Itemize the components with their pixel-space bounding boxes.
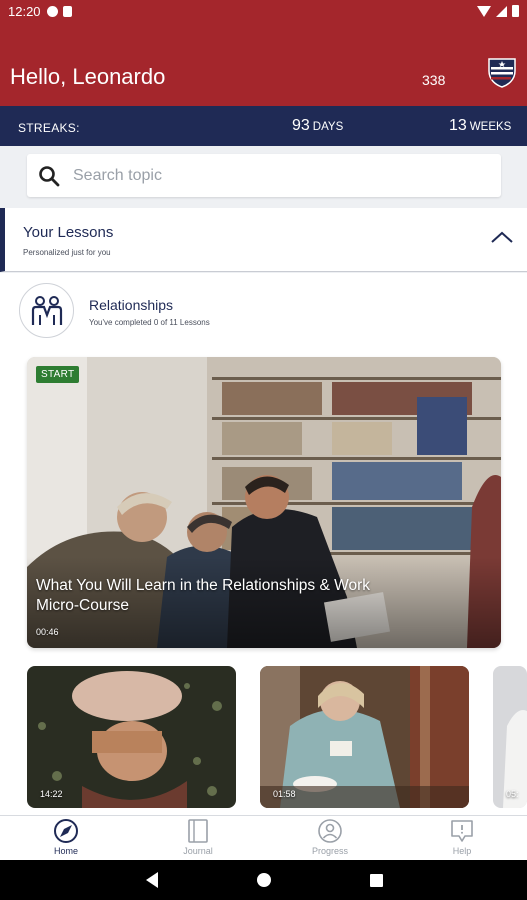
video-duration: 05: [506, 789, 519, 799]
featured-lesson-duration: 00:46 [36, 627, 59, 637]
video-duration: 01:58 [273, 789, 296, 799]
course-progress: You've completed 0 of 11 Lessons [89, 318, 210, 327]
home-circle-icon[interactable] [257, 873, 271, 887]
points-count: 338 [422, 72, 446, 88]
video-card[interactable]: 05: [493, 666, 527, 808]
wifi-icon [477, 5, 491, 17]
nav-progress[interactable]: Progress [280, 816, 380, 861]
compass-icon [54, 819, 78, 843]
lessons-subtitle: Personalized just for you [23, 248, 111, 257]
streaks-label: STREAKS: [18, 121, 80, 135]
nav-progress-label: Progress [311, 846, 348, 856]
video-card[interactable]: 14:22 [27, 666, 236, 808]
system-nav-bar [0, 860, 527, 900]
search-icon [39, 165, 60, 186]
shield-logo-icon[interactable] [488, 56, 516, 88]
signal-icon [496, 5, 507, 17]
featured-lesson-card[interactable]: START What You Will Learn in the Relatio… [27, 357, 501, 648]
lessons-title: Your Lessons [23, 224, 114, 241]
status-time: 12:20 [8, 3, 41, 19]
status-bar: 12:20 [0, 0, 527, 22]
nav-home[interactable]: Home [16, 816, 116, 861]
person-icon [318, 819, 342, 843]
journal-icon [188, 819, 208, 843]
people-icon [19, 283, 74, 338]
greeting-title: Hello, Leonardo [10, 64, 166, 89]
video-duration: 14:22 [40, 789, 63, 799]
streak-days: 93 DAYS [292, 117, 343, 135]
app-header: Hello, Leonardo 338 [0, 22, 527, 106]
streak-days-value: 93 [292, 117, 310, 134]
status-right [477, 5, 519, 17]
video-card[interactable]: 01:58 [260, 666, 469, 808]
battery-icon [512, 5, 519, 17]
video-thumbnail-image [493, 666, 527, 808]
nav-help[interactable]: Help [412, 816, 512, 861]
featured-lesson-title: What You Will Learn in the Relationships… [36, 577, 370, 614]
lessons-content: Relationships You've completed 0 of 11 L… [0, 273, 527, 815]
bottom-nav: Home Journal Progress Help [0, 815, 527, 860]
start-badge: START [36, 366, 80, 383]
app-screen: 12:20 Hello, Leonardo 338 STREAKS: 93 DAY… [0, 0, 527, 900]
recents-square-icon[interactable] [370, 874, 383, 887]
back-icon[interactable] [146, 872, 158, 888]
streak-days-unit: DAYS [312, 121, 344, 133]
streak-weeks-unit: WEEKS [469, 121, 512, 133]
nav-journal-label: Journal [183, 846, 213, 856]
lessons-section-header[interactable]: Your Lessons Personalized just for you [0, 208, 527, 272]
sd-card-icon [62, 5, 72, 17]
nav-home-label: Home [53, 846, 78, 856]
help-bubble-icon [451, 820, 473, 842]
notification-icon [46, 5, 58, 17]
search-box[interactable] [27, 154, 501, 197]
streak-weeks: 13 WEEKS [449, 117, 511, 135]
streak-weeks-value: 13 [449, 117, 467, 134]
video-thumbnail-image [27, 666, 236, 808]
nav-journal[interactable]: Journal [148, 816, 248, 861]
video-thumbnail-image [260, 666, 469, 808]
search-input[interactable] [73, 166, 473, 185]
search-area [0, 146, 527, 208]
chevron-up-icon[interactable] [490, 230, 514, 244]
course-name[interactable]: Relationships [89, 297, 173, 313]
nav-help-label: Help [452, 846, 472, 856]
streaks-bar: STREAKS: 93 DAYS 13 WEEKS [0, 106, 527, 146]
